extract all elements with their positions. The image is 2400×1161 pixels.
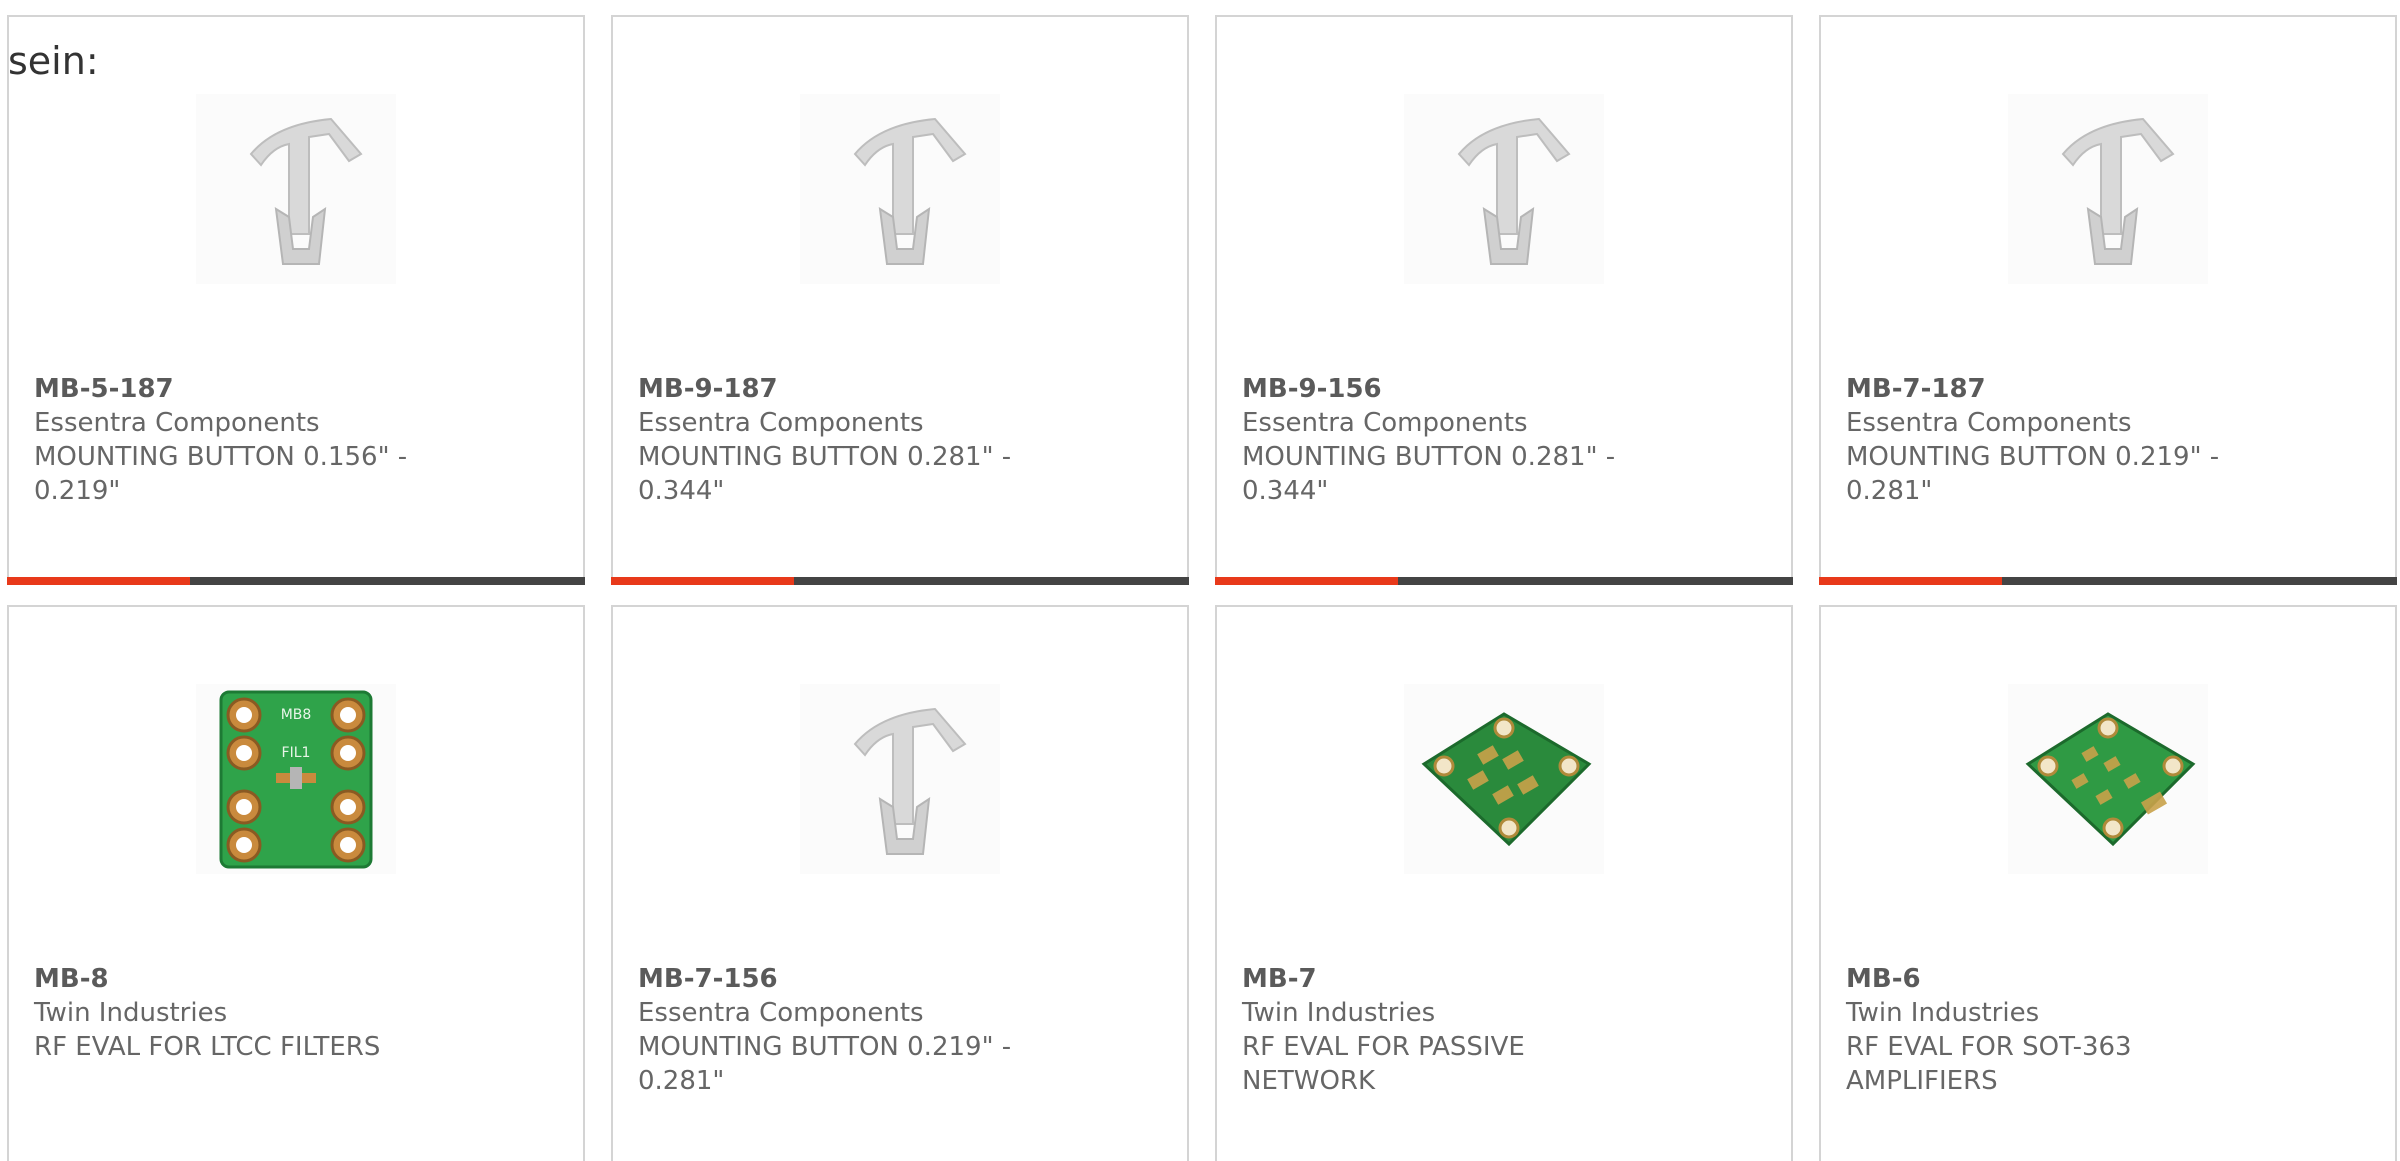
manufacturer-label: Essentra Components — [638, 998, 924, 1028]
product-card[interactable]: MB8 FIL1 MB-8 Twin Industries RF EVAL FO… — [7, 605, 585, 1161]
manufacturer-label: Essentra Components — [1242, 408, 1528, 438]
product-card[interactable]: MB-6 Twin Industries RF EVAL FOR SOT-363… — [1819, 605, 2397, 1161]
card-bottom-bar — [1819, 577, 2397, 585]
product-card[interactable]: MB-9-156 Essentra Components MOUNTING BU… — [1215, 15, 1793, 585]
description-label: MOUNTING BUTTON 0.219" - 0.281" — [1846, 442, 2220, 506]
part-number-link[interactable]: MB-5-187 — [34, 372, 413, 406]
mounting-button-icon — [800, 94, 1000, 284]
pcb-board-icon: MB8 FIL1 — [196, 684, 396, 874]
card-accent-bar — [7, 577, 190, 585]
product-card[interactable]: MB-9-187 Essentra Components MOUNTING BU… — [611, 15, 1189, 585]
part-number-link[interactable]: MB-7-156 — [638, 962, 1017, 996]
part-number-link[interactable]: MB-7 — [1242, 962, 1621, 996]
card-bottom-bar — [7, 577, 585, 585]
mounting-button-icon — [800, 684, 1000, 874]
pcb-board-angled-icon — [2008, 684, 2208, 874]
product-grid-page: sein: MB-5-187 Essentra Components MOUNT… — [0, 0, 2400, 1161]
board-label-2: FIL1 — [282, 745, 311, 761]
product-card[interactable]: MB-7 Twin Industries RF EVAL FOR PASSIVE… — [1215, 605, 1793, 1161]
mounting-button-icon — [1404, 94, 1604, 284]
mounting-button-icon — [196, 94, 396, 284]
card-accent-bar — [1819, 577, 2002, 585]
manufacturer-label: Essentra Components — [34, 408, 320, 438]
lead-text: sein: — [8, 39, 99, 83]
mounting-button-icon — [2008, 94, 2208, 284]
part-number-link[interactable]: MB-7-187 — [1846, 372, 2225, 406]
manufacturer-label: Essentra Components — [1846, 408, 2132, 438]
description-label: MOUNTING BUTTON 0.281" - 0.344" — [638, 442, 1012, 506]
description-label: RF EVAL FOR LTCC FILTERS — [34, 1032, 381, 1062]
manufacturer-label: Twin Industries — [34, 998, 228, 1028]
manufacturer-label: Twin Industries — [1242, 998, 1436, 1028]
description-label: RF EVAL FOR SOT-363 AMPLIFIERS — [1846, 1032, 2132, 1096]
part-number-link[interactable]: MB-6 — [1846, 962, 2225, 996]
description-label: RF EVAL FOR PASSIVE NETWORK — [1242, 1032, 1525, 1096]
part-number-link[interactable]: MB-9-187 — [638, 372, 1017, 406]
description-label: MOUNTING BUTTON 0.219" - 0.281" — [638, 1032, 1012, 1096]
card-bottom-bar — [1215, 577, 1793, 585]
board-label-1: MB8 — [281, 707, 312, 723]
product-card[interactable]: MB-7-156 Essentra Components MOUNTING BU… — [611, 605, 1189, 1161]
card-accent-bar — [611, 577, 794, 585]
part-number-link[interactable]: MB-9-156 — [1242, 372, 1621, 406]
pcb-board-angled-icon — [1404, 684, 1604, 874]
manufacturer-label: Essentra Components — [638, 408, 924, 438]
product-card[interactable]: MB-5-187 Essentra Components MOUNTING BU… — [7, 15, 585, 585]
part-number-link[interactable]: MB-8 — [34, 962, 413, 996]
card-bottom-bar — [611, 577, 1189, 585]
card-accent-bar — [1215, 577, 1398, 585]
manufacturer-label: Twin Industries — [1846, 998, 2040, 1028]
product-card[interactable]: MB-7-187 Essentra Components MOUNTING BU… — [1819, 15, 2397, 585]
description-label: MOUNTING BUTTON 0.156" - 0.219" — [34, 442, 408, 506]
description-label: MOUNTING BUTTON 0.281" - 0.344" — [1242, 442, 1616, 506]
